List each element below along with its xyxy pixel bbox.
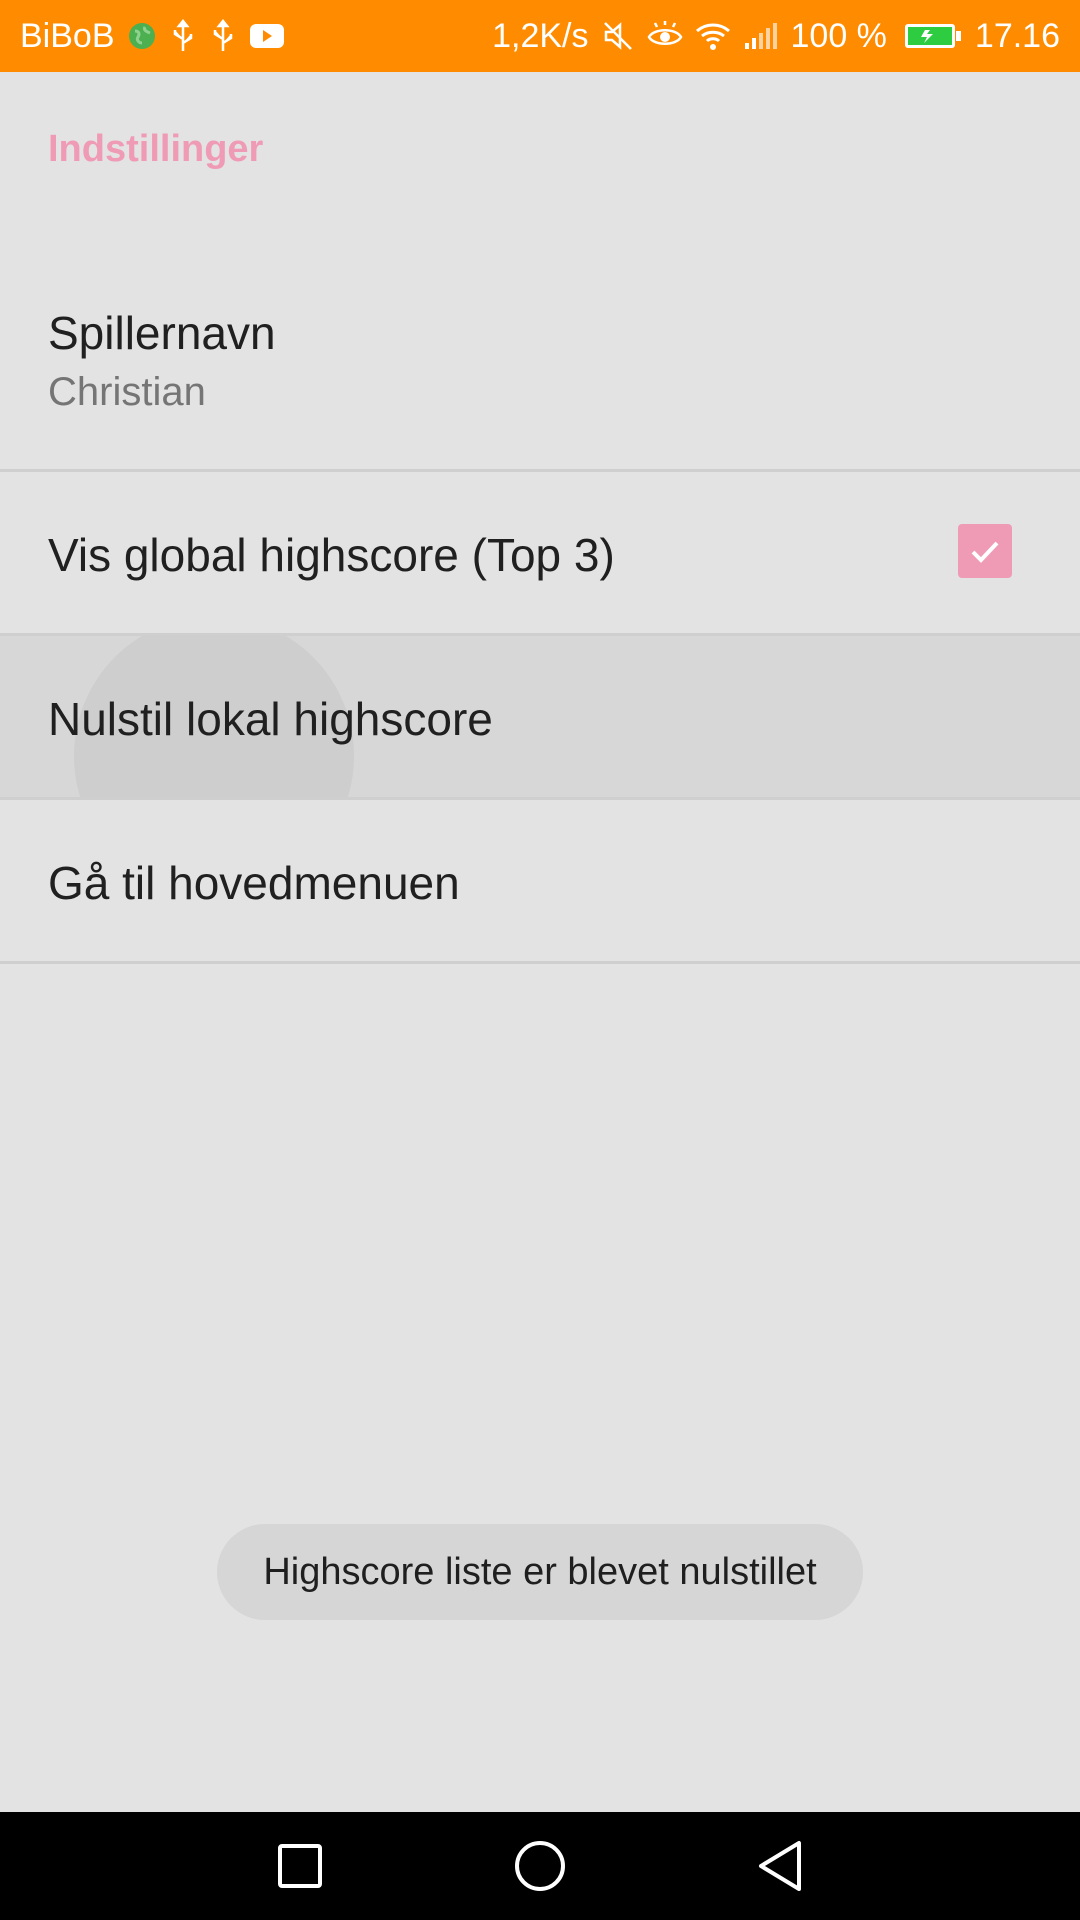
usb-icon bbox=[209, 19, 237, 53]
global-highscore-checkbox[interactable] bbox=[958, 524, 1012, 578]
toast-text: Highscore liste er blevet nulstillet bbox=[263, 1550, 817, 1593]
global-highscore-title: Vis global highscore (Top 3) bbox=[48, 529, 615, 581]
global-highscore-preference[interactable]: Vis global highscore (Top 3) bbox=[0, 472, 1080, 636]
main-menu-title: Gå til hovedmenuen bbox=[48, 857, 460, 909]
reset-local-highscore-preference[interactable]: Nulstil lokal highscore bbox=[0, 636, 1080, 800]
globe-icon bbox=[127, 21, 157, 51]
battery-percentage: 100 % bbox=[790, 16, 887, 55]
section-header: Indstillinger bbox=[48, 128, 264, 170]
recent-apps-button[interactable] bbox=[268, 1834, 332, 1898]
clock: 17.16 bbox=[974, 16, 1060, 55]
battery-charging-icon bbox=[903, 21, 963, 51]
wifi-icon bbox=[695, 21, 731, 51]
player-name-preference[interactable]: Spillernavn Christian bbox=[0, 232, 1080, 472]
carrier-name: BiBoB bbox=[20, 16, 115, 55]
player-name-title: Spillernavn bbox=[48, 307, 276, 359]
back-button[interactable] bbox=[748, 1834, 812, 1898]
circle-icon bbox=[515, 1841, 565, 1891]
mute-icon bbox=[601, 19, 635, 53]
navigation-bar bbox=[0, 1812, 1080, 1920]
checkmark-icon bbox=[971, 541, 999, 563]
eye-icon bbox=[647, 21, 683, 51]
network-speed: 1,2K/s bbox=[492, 16, 589, 55]
square-icon bbox=[278, 1844, 322, 1888]
signal-icon bbox=[743, 21, 779, 51]
status-bar-left: BiBoB bbox=[20, 17, 285, 56]
player-name-value: Christian bbox=[48, 370, 206, 414]
home-button[interactable] bbox=[508, 1834, 572, 1898]
back-triangle-icon bbox=[759, 1841, 801, 1891]
status-bar: BiBoB 1,2K/s 100 % 17.16 bbox=[0, 0, 1080, 72]
reset-local-highscore-title: Nulstil lokal highscore bbox=[48, 693, 493, 745]
main-menu-preference[interactable]: Gå til hovedmenuen bbox=[0, 800, 1080, 964]
toast-message: Highscore liste er blevet nulstillet bbox=[217, 1524, 863, 1620]
youtube-icon bbox=[249, 22, 285, 50]
status-bar-right: 1,2K/s 100 % 17.16 bbox=[492, 17, 1060, 56]
usb-icon bbox=[169, 19, 197, 53]
